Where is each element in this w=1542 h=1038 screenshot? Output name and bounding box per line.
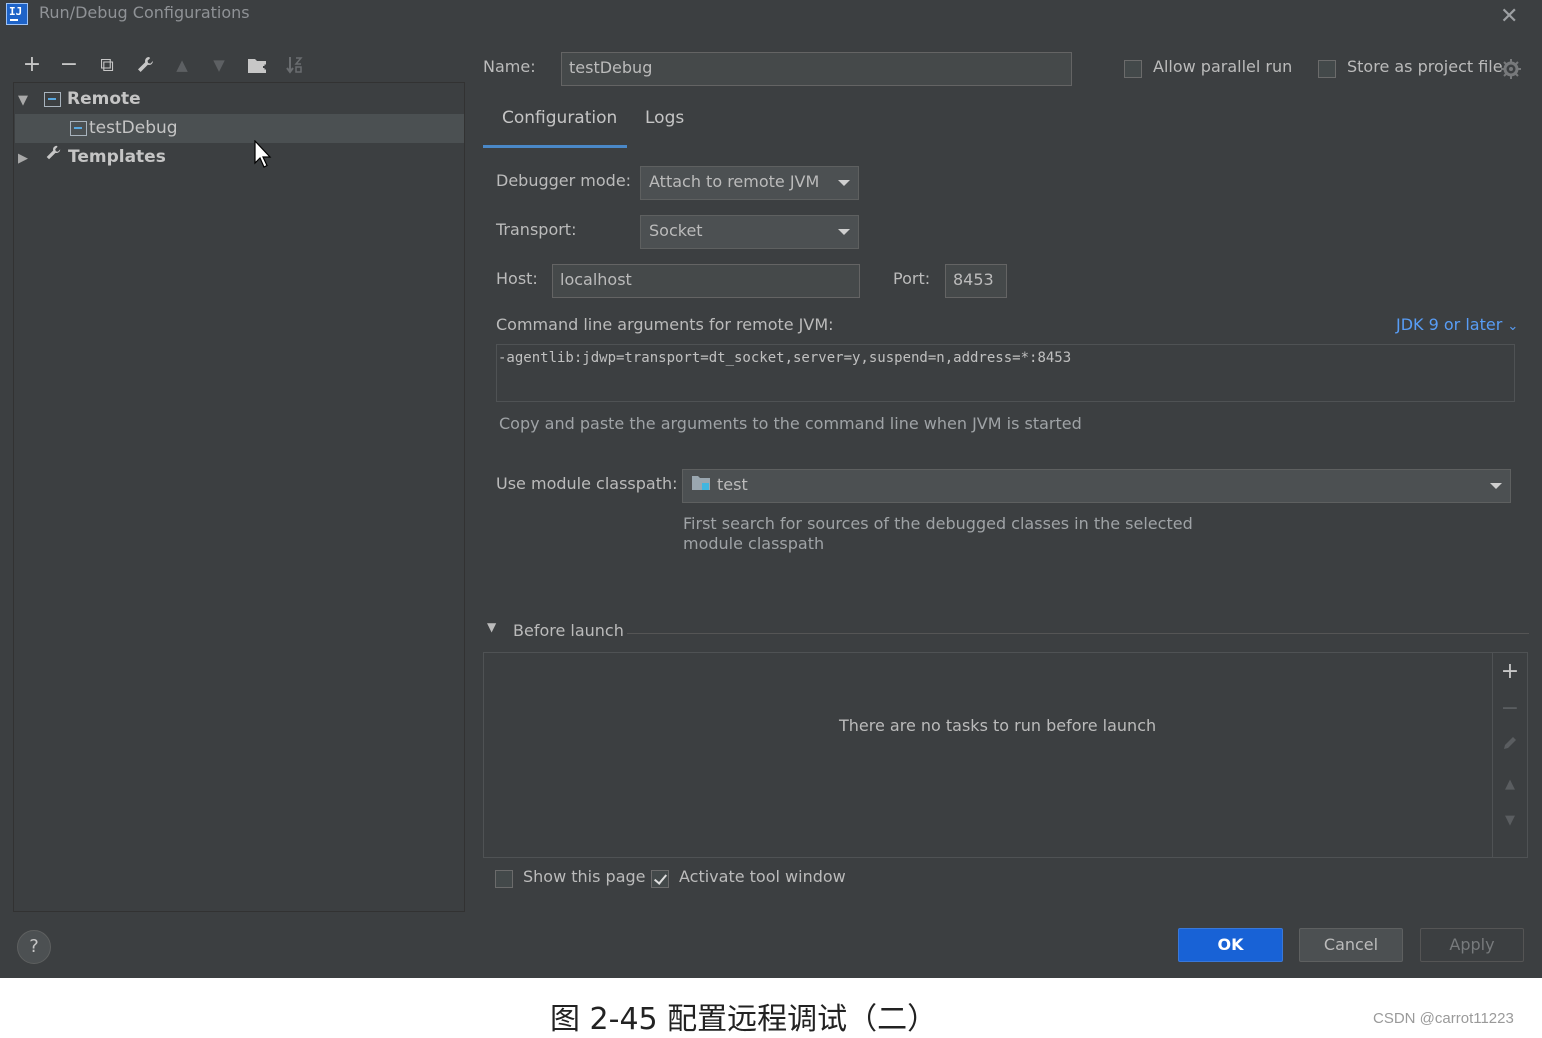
transport-label: Transport: [496, 220, 577, 239]
cmd-args-label: Command line arguments for remote JVM: [496, 315, 834, 334]
port-input[interactable]: 8453 [945, 264, 1007, 298]
before-launch-title: Before launch [513, 621, 624, 640]
module-classpath-label: Use module classpath: [496, 474, 678, 493]
add-configuration-icon[interactable]: + [20, 52, 44, 78]
chevron-down-icon [1490, 483, 1502, 489]
chevron-down-icon [838, 180, 850, 186]
tab-logs[interactable]: Logs [645, 108, 684, 128]
module-classpath-select[interactable]: test [682, 469, 1511, 503]
jdk-version-link[interactable]: JDK 9 or later ⌄ [1396, 315, 1518, 334]
mouse-pointer-icon [254, 139, 272, 172]
move-task-up-icon[interactable]: ▲ [1500, 773, 1520, 797]
help-button[interactable]: ? [17, 930, 51, 964]
module-folder-icon [691, 471, 711, 501]
move-down-icon[interactable]: ▼ [207, 52, 231, 78]
app-logo-icon [6, 3, 28, 25]
tree-item-label: Remote [67, 89, 141, 109]
active-tab-indicator [483, 145, 627, 148]
cancel-button[interactable]: Cancel [1299, 928, 1403, 962]
activate-tool-window-checkbox[interactable] [651, 870, 669, 888]
name-input[interactable]: testDebug [561, 52, 1072, 86]
new-folder-icon[interactable] [246, 52, 270, 78]
module-hint-line1: First search for sources of the debugged… [683, 514, 1193, 533]
edit-task-icon[interactable] [1500, 734, 1520, 758]
before-launch-task-list[interactable] [483, 652, 1528, 858]
tab-configuration[interactable]: Configuration [502, 108, 617, 128]
before-launch-divider [627, 633, 1529, 634]
tree-item-label: testDebug [89, 118, 178, 138]
chevron-down-icon [838, 229, 850, 235]
store-as-project-file-label: Store as project file [1347, 57, 1503, 76]
debugger-mode-select[interactable]: Attach to remote JVM [640, 166, 859, 200]
tree-item-testdebug[interactable]: testDebug [70, 114, 178, 142]
move-up-icon[interactable]: ▲ [170, 52, 194, 78]
cmd-args-value: -agentlib:jdwp=transport=dt_socket,serve… [498, 350, 1072, 366]
wrench-icon [44, 143, 68, 171]
transport-select[interactable]: Socket [640, 215, 859, 249]
wrench-icon[interactable] [133, 52, 157, 78]
host-input[interactable]: localhost [552, 264, 860, 298]
apply-button[interactable]: Apply [1420, 928, 1524, 962]
window-title: Run/Debug Configurations [39, 3, 250, 22]
remove-task-icon[interactable]: − [1500, 697, 1520, 721]
run-debug-configurations-window: Run/Debug Configurations ✕ + − ⧉ ▲ ▼ ▼ Re… [0, 0, 1542, 978]
expand-arrow-icon[interactable]: ▼ [18, 87, 44, 115]
tree-item-templates[interactable]: ▶ Templates [18, 143, 166, 171]
sort-icon[interactable] [283, 52, 307, 78]
remote-config-icon [44, 91, 61, 107]
before-launch-empty-text: There are no tasks to run before launch [839, 716, 1157, 735]
debugger-mode-value: Attach to remote JVM [649, 172, 820, 191]
tree-item-label: Templates [68, 147, 166, 167]
activate-tool-window-label: Activate tool window [679, 867, 846, 886]
gear-icon[interactable] [1500, 58, 1522, 84]
add-task-icon[interactable]: + [1500, 660, 1520, 684]
configurations-tree-panel [13, 82, 465, 912]
cmd-args-hint: Copy and paste the arguments to the comm… [499, 414, 1082, 433]
module-hint-line2: module classpath [683, 534, 825, 553]
debugger-mode-label: Debugger mode: [496, 171, 632, 190]
cmd-args-textarea[interactable]: -agentlib:jdwp=transport=dt_socket,serve… [496, 344, 1515, 402]
transport-value: Socket [649, 221, 703, 240]
watermark: CSDN @carrot11223 [1373, 1010, 1514, 1027]
port-label: Port: [893, 269, 931, 288]
module-classpath-value: test [717, 475, 748, 494]
remove-configuration-icon[interactable]: − [57, 52, 81, 78]
host-label: Host: [496, 269, 538, 288]
before-launch-collapse-icon[interactable]: ▼ [487, 620, 496, 634]
move-task-down-icon[interactable]: ▼ [1500, 809, 1520, 833]
close-icon[interactable]: ✕ [1500, 4, 1518, 29]
jdk-version-label: JDK 9 or later [1396, 315, 1503, 334]
chevron-down-icon: ⌄ [1507, 319, 1519, 334]
allow-parallel-run-checkbox[interactable] [1124, 60, 1142, 78]
store-as-project-file-checkbox[interactable] [1318, 60, 1336, 78]
copy-configuration-icon[interactable]: ⧉ [95, 52, 119, 78]
collapse-arrow-icon[interactable]: ▶ [18, 145, 44, 173]
name-label: Name: [483, 57, 536, 76]
remote-config-icon [70, 120, 87, 136]
ok-button[interactable]: OK [1178, 928, 1283, 962]
show-this-page-checkbox[interactable] [495, 870, 513, 888]
figure-caption: 图 2-45 配置远程调试（二） [550, 1002, 938, 1037]
show-this-page-label: Show this page [523, 867, 646, 886]
allow-parallel-run-label: Allow parallel run [1153, 57, 1293, 76]
tree-item-remote[interactable]: ▼ Remote [18, 85, 141, 113]
